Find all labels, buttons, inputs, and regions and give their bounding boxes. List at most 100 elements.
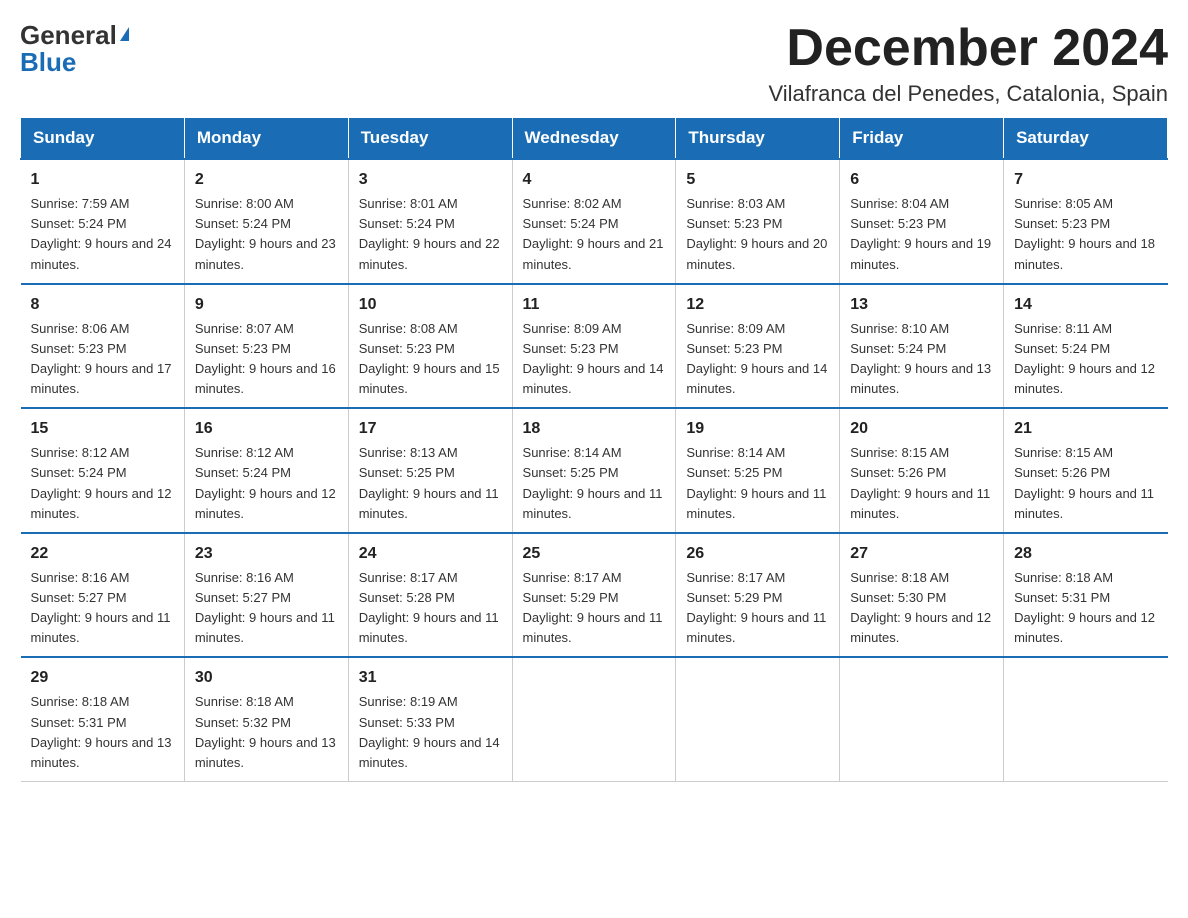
weekday-header-tuesday: Tuesday [348, 118, 512, 160]
calendar-week-row: 1Sunrise: 7:59 AMSunset: 5:24 PMDaylight… [21, 159, 1168, 284]
calendar-day-cell [676, 657, 840, 781]
day-number: 9 [195, 293, 338, 317]
day-sun-info: Sunrise: 8:07 AMSunset: 5:23 PMDaylight:… [195, 319, 338, 400]
day-sun-info: Sunrise: 8:18 AMSunset: 5:30 PMDaylight:… [850, 568, 993, 649]
calendar-day-cell: 27Sunrise: 8:18 AMSunset: 5:30 PMDayligh… [840, 533, 1004, 658]
day-number: 3 [359, 168, 502, 192]
calendar-week-row: 8Sunrise: 8:06 AMSunset: 5:23 PMDaylight… [21, 284, 1168, 409]
logo-triangle-icon [120, 27, 129, 41]
day-number: 20 [850, 417, 993, 441]
calendar-day-cell: 10Sunrise: 8:08 AMSunset: 5:23 PMDayligh… [348, 284, 512, 409]
weekday-header-wednesday: Wednesday [512, 118, 676, 160]
logo: General Blue [20, 20, 129, 78]
calendar-day-cell: 17Sunrise: 8:13 AMSunset: 5:25 PMDayligh… [348, 408, 512, 533]
calendar-day-cell: 29Sunrise: 8:18 AMSunset: 5:31 PMDayligh… [21, 657, 185, 781]
day-sun-info: Sunrise: 8:18 AMSunset: 5:31 PMDaylight:… [1014, 568, 1157, 649]
day-number: 11 [523, 293, 666, 317]
day-sun-info: Sunrise: 8:05 AMSunset: 5:23 PMDaylight:… [1014, 194, 1157, 275]
calendar-day-cell: 19Sunrise: 8:14 AMSunset: 5:25 PMDayligh… [676, 408, 840, 533]
day-sun-info: Sunrise: 8:18 AMSunset: 5:31 PMDaylight:… [31, 692, 174, 773]
calendar-header-row: SundayMondayTuesdayWednesdayThursdayFrid… [21, 118, 1168, 160]
calendar-day-cell [840, 657, 1004, 781]
day-sun-info: Sunrise: 8:17 AMSunset: 5:28 PMDaylight:… [359, 568, 502, 649]
day-sun-info: Sunrise: 8:18 AMSunset: 5:32 PMDaylight:… [195, 692, 338, 773]
day-number: 14 [1014, 293, 1157, 317]
day-sun-info: Sunrise: 8:09 AMSunset: 5:23 PMDaylight:… [523, 319, 666, 400]
day-number: 8 [31, 293, 174, 317]
day-number: 2 [195, 168, 338, 192]
day-sun-info: Sunrise: 8:16 AMSunset: 5:27 PMDaylight:… [31, 568, 174, 649]
calendar-week-row: 22Sunrise: 8:16 AMSunset: 5:27 PMDayligh… [21, 533, 1168, 658]
weekday-header-thursday: Thursday [676, 118, 840, 160]
calendar-day-cell: 20Sunrise: 8:15 AMSunset: 5:26 PMDayligh… [840, 408, 1004, 533]
calendar-day-cell: 7Sunrise: 8:05 AMSunset: 5:23 PMDaylight… [1004, 159, 1168, 284]
calendar-day-cell: 16Sunrise: 8:12 AMSunset: 5:24 PMDayligh… [184, 408, 348, 533]
day-number: 6 [850, 168, 993, 192]
calendar-day-cell: 25Sunrise: 8:17 AMSunset: 5:29 PMDayligh… [512, 533, 676, 658]
calendar-day-cell: 14Sunrise: 8:11 AMSunset: 5:24 PMDayligh… [1004, 284, 1168, 409]
day-sun-info: Sunrise: 8:14 AMSunset: 5:25 PMDaylight:… [523, 443, 666, 524]
day-number: 29 [31, 666, 174, 690]
calendar-day-cell: 4Sunrise: 8:02 AMSunset: 5:24 PMDaylight… [512, 159, 676, 284]
calendar-day-cell: 21Sunrise: 8:15 AMSunset: 5:26 PMDayligh… [1004, 408, 1168, 533]
day-sun-info: Sunrise: 8:10 AMSunset: 5:24 PMDaylight:… [850, 319, 993, 400]
weekday-header-monday: Monday [184, 118, 348, 160]
day-number: 31 [359, 666, 502, 690]
calendar-body: 1Sunrise: 7:59 AMSunset: 5:24 PMDaylight… [21, 159, 1168, 781]
day-number: 19 [686, 417, 829, 441]
calendar-day-cell: 26Sunrise: 8:17 AMSunset: 5:29 PMDayligh… [676, 533, 840, 658]
calendar-day-cell: 3Sunrise: 8:01 AMSunset: 5:24 PMDaylight… [348, 159, 512, 284]
day-number: 24 [359, 542, 502, 566]
weekday-header-saturday: Saturday [1004, 118, 1168, 160]
calendar-day-cell: 28Sunrise: 8:18 AMSunset: 5:31 PMDayligh… [1004, 533, 1168, 658]
day-number: 21 [1014, 417, 1157, 441]
day-number: 4 [523, 168, 666, 192]
day-number: 17 [359, 417, 502, 441]
calendar-day-cell [1004, 657, 1168, 781]
calendar-week-row: 15Sunrise: 8:12 AMSunset: 5:24 PMDayligh… [21, 408, 1168, 533]
day-number: 13 [850, 293, 993, 317]
day-sun-info: Sunrise: 8:17 AMSunset: 5:29 PMDaylight:… [523, 568, 666, 649]
page-header: General Blue December 2024 Vilafranca de… [20, 20, 1168, 107]
calendar-day-cell: 31Sunrise: 8:19 AMSunset: 5:33 PMDayligh… [348, 657, 512, 781]
day-number: 1 [31, 168, 174, 192]
calendar-day-cell: 22Sunrise: 8:16 AMSunset: 5:27 PMDayligh… [21, 533, 185, 658]
day-sun-info: Sunrise: 8:15 AMSunset: 5:26 PMDaylight:… [1014, 443, 1157, 524]
location-title: Vilafranca del Penedes, Catalonia, Spain [768, 81, 1168, 107]
day-sun-info: Sunrise: 8:08 AMSunset: 5:23 PMDaylight:… [359, 319, 502, 400]
day-sun-info: Sunrise: 8:16 AMSunset: 5:27 PMDaylight:… [195, 568, 338, 649]
day-number: 26 [686, 542, 829, 566]
day-sun-info: Sunrise: 8:17 AMSunset: 5:29 PMDaylight:… [686, 568, 829, 649]
day-number: 22 [31, 542, 174, 566]
day-number: 27 [850, 542, 993, 566]
month-title: December 2024 [768, 20, 1168, 77]
title-block: December 2024 Vilafranca del Penedes, Ca… [768, 20, 1168, 107]
calendar-week-row: 29Sunrise: 8:18 AMSunset: 5:31 PMDayligh… [21, 657, 1168, 781]
calendar-day-cell: 30Sunrise: 8:18 AMSunset: 5:32 PMDayligh… [184, 657, 348, 781]
day-sun-info: Sunrise: 8:12 AMSunset: 5:24 PMDaylight:… [195, 443, 338, 524]
weekday-header-friday: Friday [840, 118, 1004, 160]
day-number: 30 [195, 666, 338, 690]
calendar-day-cell [512, 657, 676, 781]
calendar-day-cell: 5Sunrise: 8:03 AMSunset: 5:23 PMDaylight… [676, 159, 840, 284]
day-number: 5 [686, 168, 829, 192]
day-sun-info: Sunrise: 8:04 AMSunset: 5:23 PMDaylight:… [850, 194, 993, 275]
day-sun-info: Sunrise: 8:12 AMSunset: 5:24 PMDaylight:… [31, 443, 174, 524]
day-sun-info: Sunrise: 8:19 AMSunset: 5:33 PMDaylight:… [359, 692, 502, 773]
day-sun-info: Sunrise: 8:01 AMSunset: 5:24 PMDaylight:… [359, 194, 502, 275]
day-number: 7 [1014, 168, 1157, 192]
calendar-day-cell: 9Sunrise: 8:07 AMSunset: 5:23 PMDaylight… [184, 284, 348, 409]
day-sun-info: Sunrise: 8:15 AMSunset: 5:26 PMDaylight:… [850, 443, 993, 524]
day-number: 12 [686, 293, 829, 317]
day-number: 16 [195, 417, 338, 441]
day-sun-info: Sunrise: 8:02 AMSunset: 5:24 PMDaylight:… [523, 194, 666, 275]
day-number: 18 [523, 417, 666, 441]
calendar-day-cell: 1Sunrise: 7:59 AMSunset: 5:24 PMDaylight… [21, 159, 185, 284]
day-number: 10 [359, 293, 502, 317]
calendar-day-cell: 2Sunrise: 8:00 AMSunset: 5:24 PMDaylight… [184, 159, 348, 284]
calendar-day-cell: 15Sunrise: 8:12 AMSunset: 5:24 PMDayligh… [21, 408, 185, 533]
calendar-day-cell: 23Sunrise: 8:16 AMSunset: 5:27 PMDayligh… [184, 533, 348, 658]
calendar-day-cell: 12Sunrise: 8:09 AMSunset: 5:23 PMDayligh… [676, 284, 840, 409]
day-number: 15 [31, 417, 174, 441]
day-sun-info: Sunrise: 8:11 AMSunset: 5:24 PMDaylight:… [1014, 319, 1157, 400]
